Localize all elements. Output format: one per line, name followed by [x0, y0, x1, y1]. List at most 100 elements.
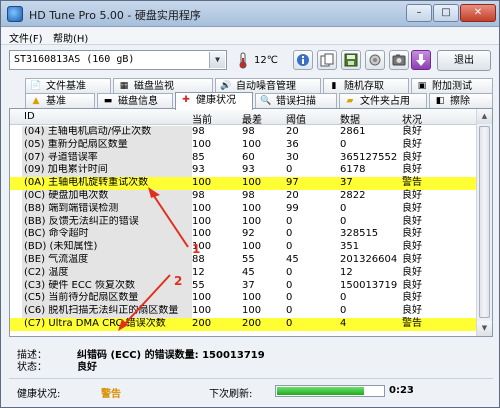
status-cell: 良好: [402, 279, 422, 291]
tab-label: 错误扫描: [276, 96, 316, 107]
attribute-info: 描述： 纠错码 (ECC) 的错误数量: 150013719 状态： 良好: [9, 342, 493, 373]
current-cell: 100: [192, 202, 212, 214]
close-button[interactable]: ✕: [460, 4, 496, 22]
header-current[interactable]: 当前: [192, 111, 212, 126]
current-cell: 12: [192, 266, 205, 278]
folder-icon: ▰: [346, 96, 354, 106]
table-row[interactable]: (09) 加电累计时间 93 93 0 6178 良好: [10, 164, 476, 178]
tab-label: 文件基准: [46, 81, 86, 92]
table-row[interactable]: (07) 寻道错误率 85 60 30 365127552 良好: [10, 151, 476, 165]
table-header: ID 当前 最差 阈值 数据 状况: [10, 109, 476, 126]
header-worst[interactable]: 最差: [242, 111, 262, 126]
status-cell: 良好: [402, 126, 422, 137]
table-row[interactable]: (B8) 端到端错误检测 100 100 99 0 良好: [10, 202, 476, 216]
table-body: (04) 主轴电机启动/停止次数 98 98 20 2861 良好 (05) 重新分配扇区数…: [10, 126, 476, 331]
table-row[interactable]: (C7) Ultra DMA CRC 错误次数 200 200 0 4 警告: [10, 317, 476, 331]
table-row[interactable]: (C6) 脱机扫描无法纠正的扇区数量 100 100 0 0 良好: [10, 305, 476, 318]
attribute-id-cell: (C3) 硬件 ECC 恢复次数: [22, 279, 192, 293]
table-row[interactable]: (BD) (未知属性) 100 100 0 351 良好: [10, 241, 476, 254]
status-cell: 良好: [402, 164, 422, 176]
threshold-cell: 0: [286, 215, 293, 227]
minimize-button[interactable]: –: [406, 4, 432, 22]
tab-extra-tests[interactable]: ▣ 附加测试: [411, 78, 493, 94]
tab-folder-usage[interactable]: ▰ 文件夹占用: [339, 93, 427, 109]
tab-health[interactable]: ✚ 健康状况: [175, 92, 253, 110]
menu-file[interactable]: 文件(F): [9, 30, 43, 45]
tab-file-benchmark[interactable]: 📄 文件基准: [25, 78, 111, 94]
header-threshold[interactable]: 阈值: [286, 111, 306, 126]
scroll-up-icon[interactable]: ▲: [477, 109, 492, 124]
worst-cell: 100: [242, 292, 262, 304]
download-icon[interactable]: [411, 50, 431, 70]
attribute-id-cell: (09) 加电累计时间: [22, 164, 192, 178]
table-row[interactable]: (BE) 气流温度 88 55 45 201326604 良好: [10, 253, 476, 267]
status-cell: 良好: [402, 151, 422, 163]
chevron-down-icon[interactable]: ▼: [209, 52, 225, 68]
worst-cell: 60: [242, 151, 255, 163]
worst-cell: 100: [242, 138, 262, 150]
scroll-thumb[interactable]: [479, 126, 490, 318]
copy-icon[interactable]: [317, 50, 337, 70]
current-cell: 98: [192, 189, 205, 201]
tab-random-access[interactable]: ▮ 随机存取: [323, 78, 409, 94]
state-value: 良好: [77, 362, 97, 373]
table-row[interactable]: (C3) 硬件 ECC 恢复次数 55 37 0 150013719 良好: [10, 279, 476, 293]
attribute-id-cell: (C5) 当前待分配扇区数量: [22, 292, 192, 306]
attribute-id-cell: (C7) Ultra DMA CRC 错误次数: [22, 317, 192, 331]
tab-benchmark[interactable]: ▲ 基准: [25, 93, 95, 109]
data-cell: 201326604: [340, 253, 398, 265]
table-row[interactable]: (0A) 主轴电机旋转重试次数 100 100 97 37 警告: [10, 177, 476, 190]
table-row[interactable]: (0C) 硬盘加电次数 98 98 20 2822 良好: [10, 189, 476, 203]
save-icon[interactable]: [341, 50, 361, 70]
table-row[interactable]: (04) 主轴电机启动/停止次数 98 98 20 2861 良好: [10, 126, 476, 139]
worst-cell: 100: [242, 202, 262, 214]
screenshot-icon[interactable]: [389, 50, 409, 70]
info-icon[interactable]: [293, 50, 313, 70]
tab-label: 自动噪音管理: [236, 81, 296, 92]
attribute-id-cell: (04) 主轴电机启动/停止次数: [22, 126, 192, 139]
tab-label: 文件夹占用: [360, 96, 410, 107]
status-cell: 警告: [402, 177, 422, 189]
threshold-cell: 0: [286, 164, 293, 176]
table-row[interactable]: (C5) 当前待分配扇区数量 100 100 0 0 良好: [10, 292, 476, 306]
threshold-cell: 99: [286, 202, 299, 214]
tab-disk-info[interactable]: ▬ 磁盘信息: [97, 93, 173, 109]
data-cell: 37: [340, 177, 353, 189]
table-row[interactable]: (BC) 命令超时 100 92 0 328515 良好: [10, 228, 476, 242]
health-status-badge: 警告: [101, 389, 121, 400]
tab-label: 随机存取: [344, 81, 384, 92]
drive-select[interactable]: ST3160813AS (160 gB) ▼: [9, 50, 227, 70]
table-row[interactable]: (05) 重新分配扇区数量 100 100 36 0 良好: [10, 138, 476, 152]
attribute-id-cell: (07) 寻道错误率: [22, 151, 192, 165]
vertical-scrollbar[interactable]: ▲ ▼: [476, 109, 492, 336]
tab-error-scan[interactable]: 🔍 错误扫描: [255, 93, 337, 109]
status-cell: 良好: [402, 241, 422, 253]
header-id[interactable]: ID: [24, 111, 35, 122]
header-data[interactable]: 数据: [340, 111, 360, 126]
tab-erase[interactable]: ◧ 擦除: [429, 93, 493, 109]
current-cell: 100: [192, 215, 212, 227]
attribute-id-cell: (BD) (未知属性): [22, 241, 192, 254]
header-status[interactable]: 状况: [402, 111, 422, 126]
current-cell: 100: [192, 305, 212, 317]
menu-help[interactable]: 帮助(H): [53, 30, 88, 45]
current-cell: 55: [192, 279, 205, 291]
maximize-button[interactable]: □: [433, 4, 459, 22]
scroll-down-icon[interactable]: ▼: [477, 321, 492, 336]
current-cell: 85: [192, 151, 205, 163]
table-row[interactable]: (C2) 温度 12 45 0 12 良好: [10, 266, 476, 280]
status-cell: 良好: [402, 228, 422, 240]
table-row[interactable]: (BB) 反馈无法纠正的错误 100 100 0 0 良好: [10, 215, 476, 229]
erase-icon: ◧: [435, 96, 445, 106]
data-cell: 0: [340, 215, 347, 227]
threshold-cell: 0: [286, 228, 293, 240]
data-cell: 0: [340, 138, 347, 150]
title-bar[interactable]: HD Tune Pro 5.00 - 硬盘实用程序 – □ ✕: [1, 1, 499, 27]
worst-cell: 200: [242, 317, 262, 329]
options-icon[interactable]: [365, 50, 385, 70]
status-cell: 良好: [402, 292, 422, 304]
temperature-readout: 12℃: [254, 55, 278, 66]
attribute-id-cell: (BC) 命令超时: [22, 228, 192, 242]
data-cell: 351: [340, 241, 360, 253]
exit-button[interactable]: 退出: [437, 50, 491, 71]
